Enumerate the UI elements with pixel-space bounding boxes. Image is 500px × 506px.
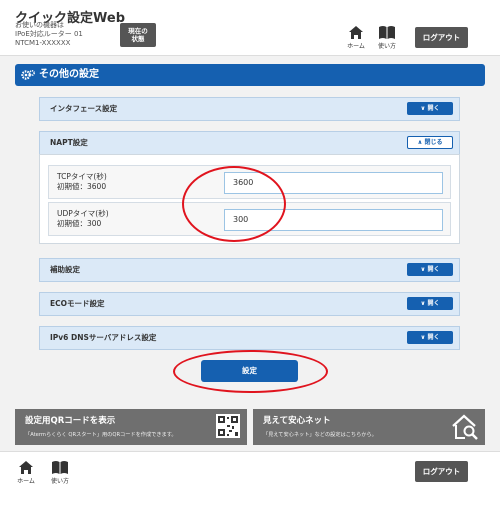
help-label: 使い方 — [377, 43, 396, 50]
safe-banner-sub: 「見えて安心ネット」などの設定はこちらから。 — [263, 432, 377, 438]
section-napt-header[interactable]: NAPT設定 ∧ 閉じる — [40, 132, 459, 154]
udp-timer-label-group: UDPタイマ(秒) 初期値：300 — [57, 209, 109, 229]
section-eco-header[interactable]: ECOモード設定 ∨ 開く — [40, 293, 459, 315]
gear-icon — [21, 70, 35, 80]
napt-close-button[interactable]: ∧ 閉じる — [407, 136, 453, 149]
page-title-bar: その他の設定 — [15, 64, 485, 86]
footer-logout-button[interactable]: ログアウト — [415, 461, 468, 482]
device-info: お使いの機器は IPoE対応ルーター 01 NTCM1-XXXXXX — [15, 21, 83, 48]
house-search-icon — [452, 414, 478, 440]
qr-banner-title: 設定用QRコードを表示 — [25, 416, 116, 426]
section-interface-label: インタフェース設定 — [50, 104, 118, 113]
home-nav[interactable]: ホーム — [342, 25, 370, 50]
aux-open-label: 開く — [427, 266, 440, 273]
book-icon — [379, 26, 395, 39]
udp-timer-label: UDPタイマ(秒) — [57, 209, 109, 218]
chevron-down-icon: ∨ — [420, 266, 426, 273]
tcp-timer-input[interactable]: 3600 — [224, 172, 443, 194]
section-ipv6-dns: IPv6 DNSサーバアドレス設定 ∨ 開く — [39, 326, 460, 350]
mieru-anshin-banner[interactable]: 見えて安心ネット 「見えて安心ネット」などの設定はこちらから。 — [253, 409, 485, 445]
section-eco: ECOモード設定 ∨ 開く — [39, 292, 460, 316]
footer-help-label: 使い方 — [50, 478, 69, 485]
section-interface-header[interactable]: インタフェース設定 ∨ 開く — [40, 98, 459, 120]
home-icon — [349, 26, 363, 39]
chevron-down-icon: ∨ — [420, 300, 426, 307]
section-eco-label: ECOモード設定 — [50, 299, 105, 308]
status-label-line1: 現在の — [128, 27, 148, 35]
current-status-button[interactable]: 現在の 状態 — [120, 23, 156, 47]
status-label-line2: 状態 — [131, 35, 145, 43]
footer-home-nav[interactable]: ホーム — [12, 460, 40, 485]
help-nav[interactable]: 使い方 — [373, 25, 401, 50]
section-napt: NAPT設定 ∧ 閉じる — [39, 131, 460, 155]
chevron-down-icon: ∨ — [420, 105, 426, 112]
tcp-timer-default: 初期値：3600 — [57, 182, 107, 191]
udp-timer-default: 初期値：300 — [57, 219, 102, 228]
ipv6-dns-open-button[interactable]: ∨ 開く — [407, 331, 453, 344]
napt-panel: TCPタイマ(秒) 初期値：3600 3600 UDPタイマ(秒) 初期値：30… — [39, 154, 460, 244]
section-ipv6-dns-header[interactable]: IPv6 DNSサーバアドレス設定 ∨ 開く — [40, 327, 459, 349]
tcp-timer-label: TCPタイマ(秒) — [57, 172, 107, 181]
udp-timer-row: UDPタイマ(秒) 初期値：300 300 — [48, 202, 451, 236]
napt-close-label: 閉じる — [424, 139, 443, 146]
section-napt-label: NAPT設定 — [50, 138, 88, 147]
device-info-line2: IPoE対応ルーター 01 — [15, 30, 83, 38]
udp-timer-input[interactable]: 300 — [224, 209, 443, 231]
footer-help-nav[interactable]: 使い方 — [46, 460, 74, 485]
aux-open-button[interactable]: ∨ 開く — [407, 263, 453, 276]
logout-button[interactable]: ログアウト — [415, 27, 468, 48]
book-icon — [52, 461, 68, 474]
set-button[interactable]: 設定 — [201, 360, 298, 382]
footer-home-label: ホーム — [17, 478, 35, 485]
home-icon — [19, 461, 33, 474]
section-aux: 補助設定 ∨ 開く — [39, 258, 460, 282]
home-label: ホーム — [347, 43, 365, 50]
section-aux-header[interactable]: 補助設定 ∨ 開く — [40, 259, 459, 281]
device-info-line3: NTCM1-XXXXXX — [15, 39, 71, 47]
qr-banner-sub: 「Atermらくらく QRスタート」用のQRコードを作成できます。 — [25, 432, 177, 438]
safe-banner-title: 見えて安心ネット — [263, 416, 331, 426]
device-info-line1: お使いの機器は — [15, 21, 64, 29]
chevron-up-icon: ∧ — [417, 139, 423, 146]
qr-code-banner[interactable]: 設定用QRコードを表示 「Atermらくらく QRスタート」用のQRコードを作成… — [15, 409, 247, 445]
section-ipv6-dns-label: IPv6 DNSサーバアドレス設定 — [50, 333, 157, 342]
section-aux-label: 補助設定 — [50, 265, 80, 274]
tcp-timer-label-group: TCPタイマ(秒) 初期値：3600 — [57, 172, 107, 192]
section-interface: インタフェース設定 ∨ 開く — [39, 97, 460, 121]
footer: ホーム 使い方 ログアウト — [0, 451, 500, 506]
header: クイック設定Web お使いの機器は IPoE対応ルーター 01 NTCM1-XX… — [0, 0, 500, 56]
interface-open-label: 開く — [427, 105, 440, 112]
eco-open-label: 開く — [427, 300, 440, 307]
ipv6-dns-open-label: 開く — [427, 334, 440, 341]
interface-open-button[interactable]: ∨ 開く — [407, 102, 453, 115]
page-title: その他の設定 — [39, 69, 99, 80]
qr-code-icon — [216, 414, 240, 438]
eco-open-button[interactable]: ∨ 開く — [407, 297, 453, 310]
tcp-timer-row: TCPタイマ(秒) 初期値：3600 3600 — [48, 165, 451, 199]
chevron-down-icon: ∨ — [420, 334, 426, 341]
